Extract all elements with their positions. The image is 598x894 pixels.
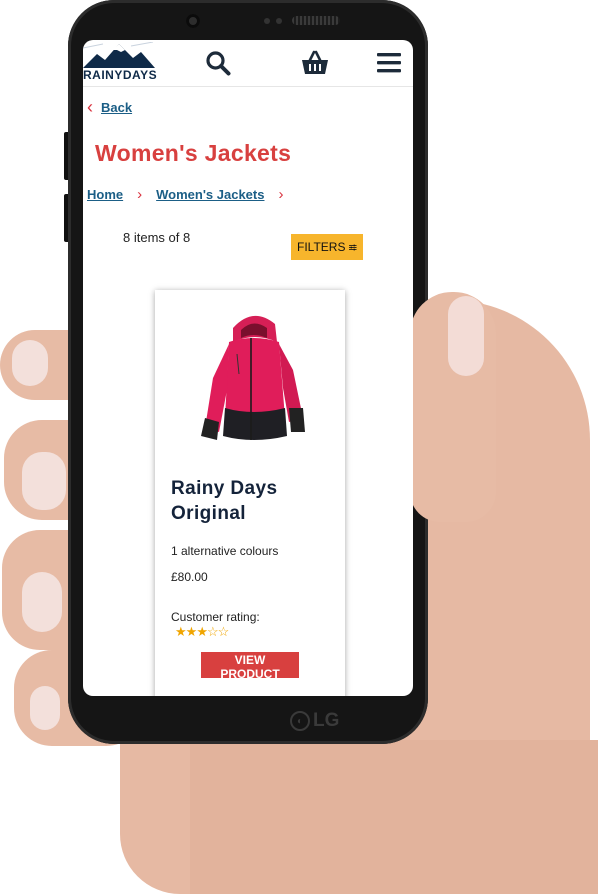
page-title: Women's Jackets	[95, 140, 292, 166]
mountain-logo-icon	[83, 41, 155, 68]
logo-text: RAINYDAYS	[83, 68, 158, 82]
chevron-right-icon: ›	[137, 186, 143, 203]
fingernail	[22, 572, 62, 632]
earpiece-speaker	[292, 16, 340, 25]
sensor	[264, 18, 270, 24]
site-logo[interactable]: RAINYDAYS	[83, 41, 158, 82]
sensor	[276, 18, 282, 24]
star-empty-icon: ☆	[217, 624, 230, 639]
filters-button[interactable]: FILTERS	[291, 234, 363, 260]
breadcrumb-home[interactable]: Home	[87, 187, 123, 202]
filters-button-label: FILTERS	[297, 240, 346, 254]
site-header: RAINYDAYS	[83, 40, 413, 87]
front-camera	[186, 14, 200, 28]
star-full-icon: ★	[175, 624, 187, 639]
search-icon[interactable]	[205, 50, 231, 76]
basket-icon[interactable]	[301, 50, 329, 76]
hand-wrist	[190, 740, 598, 894]
alternative-colours: 1 alternative colours	[171, 544, 279, 558]
phone-screen: RAINYDAYS ‹ Back Women's Jackets Home › …	[83, 40, 413, 696]
back-link[interactable]: ‹ Back	[87, 98, 132, 116]
star-full-icon: ★	[196, 624, 208, 639]
product-image	[201, 315, 305, 440]
brand-text: LG	[313, 710, 340, 731]
breadcrumb-womens-jackets[interactable]: Women's Jackets	[156, 187, 264, 202]
product-name[interactable]: Rainy Days Original	[171, 476, 331, 526]
product-name-line: Original	[171, 503, 246, 524]
fingernail	[30, 686, 60, 730]
product-card[interactable]: Rainy Days Original 1 alternative colour…	[155, 290, 345, 696]
fingernail	[12, 340, 48, 386]
product-price: £80.00	[171, 570, 208, 584]
star-full-icon: ★	[185, 624, 198, 639]
rating-label: Customer rating:	[171, 610, 260, 624]
sliders-icon	[349, 244, 357, 250]
star-rating: ★★★☆☆	[175, 624, 230, 640]
fingernail	[22, 452, 66, 510]
chevron-right-icon: ›	[278, 186, 284, 203]
breadcrumb: Home › Women's Jackets ›	[87, 186, 283, 203]
phone-brand-logo: ◐ LG	[290, 708, 346, 734]
back-link-label[interactable]: Back	[101, 100, 132, 115]
view-product-button[interactable]: VIEW PRODUCT	[201, 652, 299, 681]
lg-circle-icon: ◐	[290, 711, 310, 731]
chevron-left-icon: ‹	[87, 97, 93, 117]
hamburger-menu-icon[interactable]	[377, 52, 401, 74]
thumb-nail	[448, 296, 484, 376]
results-count: 8 items of 8	[123, 230, 191, 245]
product-name-line: Rainy Days	[171, 478, 278, 499]
star-empty-icon: ☆	[206, 624, 219, 639]
